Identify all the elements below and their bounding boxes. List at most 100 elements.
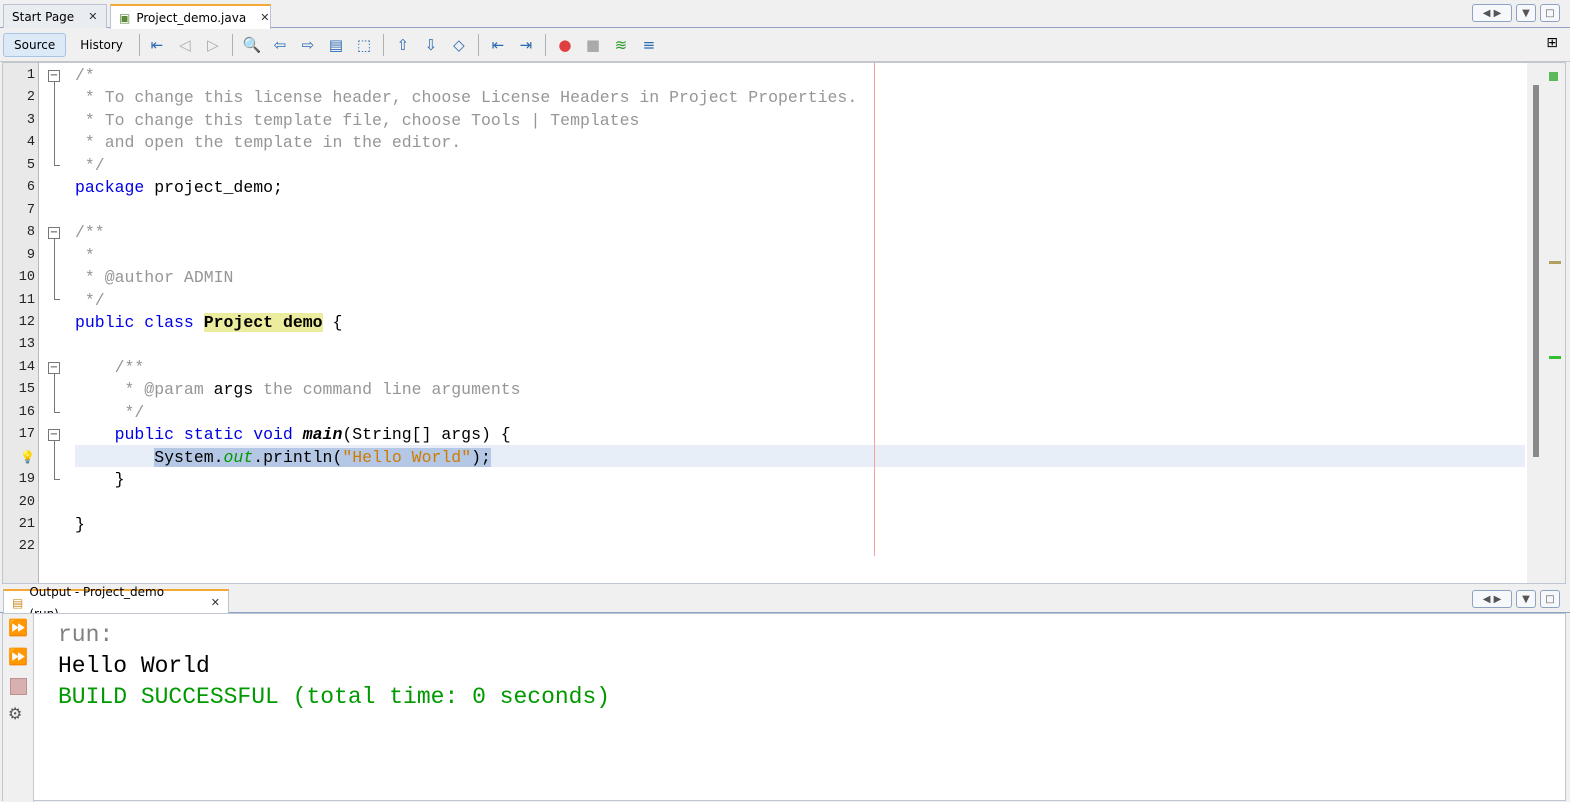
- settings-icon[interactable]: ⚙: [8, 704, 22, 723]
- code-line[interactable]: public static void main(String[] args) {: [75, 424, 511, 446]
- line-number[interactable]: 19: [3, 472, 35, 487]
- tab-project-demo-java[interactable]: ▣ Project_demo.java ✕: [110, 4, 271, 29]
- fold-toggle-icon[interactable]: −: [48, 70, 60, 82]
- toggle-bookmark-icon[interactable]: ◇: [448, 34, 470, 56]
- code-line[interactable]: */: [75, 155, 105, 177]
- line-number[interactable]: 5: [3, 158, 35, 173]
- find-previous-icon[interactable]: ⇦: [269, 34, 291, 56]
- code-token: .println(: [253, 447, 343, 467]
- forward-icon[interactable]: ▷: [202, 34, 224, 56]
- code-line[interactable]: * To change this template file, choose T…: [75, 110, 640, 132]
- line-number[interactable]: 15: [3, 382, 35, 397]
- occurrence-mark[interactable]: [1549, 261, 1561, 264]
- code-token: );: [471, 447, 491, 467]
- code-line[interactable]: System.out.println("Hello World");: [75, 447, 491, 469]
- code-line[interactable]: *: [75, 245, 95, 267]
- fold-toggle-icon[interactable]: −: [48, 361, 60, 374]
- fold-range-line: [54, 82, 60, 166]
- separator: [231, 34, 233, 56]
- stop-icon[interactable]: [10, 678, 27, 695]
- line-number[interactable]: 21: [3, 517, 35, 532]
- shift-right-icon[interactable]: ⇥: [515, 34, 537, 56]
- close-icon[interactable]: ✕: [211, 592, 220, 614]
- scroll-tabs-arrows-icon[interactable]: ◀ ▶: [1472, 590, 1512, 608]
- code-editor[interactable]: 1 /* 2 * To change this license header, ch…: [2, 62, 1566, 584]
- stop-macro-icon[interactable]: ■: [582, 34, 604, 56]
- line-number[interactable]: 12: [3, 315, 35, 330]
- line-number[interactable]: 2: [3, 90, 35, 105]
- output-line: run:: [58, 622, 114, 648]
- code-line[interactable]: /**: [75, 357, 145, 379]
- history-button[interactable]: History: [70, 34, 133, 56]
- tab-start-page[interactable]: Start Page ✕: [3, 4, 107, 28]
- line-number[interactable]: 14: [3, 360, 35, 375]
- code-token: Project demo: [203, 312, 323, 332]
- fold-toggle-icon[interactable]: −: [48, 429, 60, 442]
- code-line[interactable]: * @author ADMIN: [75, 267, 234, 289]
- code-line[interactable]: }: [75, 469, 125, 491]
- find-icon[interactable]: 🔍: [241, 34, 263, 56]
- status-ok-icon: [1549, 72, 1558, 81]
- line-number[interactable]: 6: [3, 180, 35, 195]
- close-icon[interactable]: ✕: [260, 7, 269, 29]
- rect-select-icon[interactable]: ⬚: [353, 34, 375, 56]
- line-number[interactable]: 1: [3, 68, 35, 83]
- last-edit-icon[interactable]: ⇤: [146, 34, 168, 56]
- code-line[interactable]: /*: [75, 65, 95, 87]
- line-number[interactable]: 20: [3, 495, 35, 510]
- find-next-icon[interactable]: ⇨: [297, 34, 319, 56]
- code-line[interactable]: public class Project demo {: [75, 312, 342, 334]
- rerun-with-options-icon[interactable]: ⏩: [8, 647, 28, 666]
- code-token: package: [75, 178, 145, 198]
- next-bookmark-icon[interactable]: ⇩: [420, 34, 442, 56]
- line-number[interactable]: 16: [3, 405, 35, 420]
- back-icon[interactable]: ◁: [174, 34, 196, 56]
- line-number[interactable]: 17: [3, 427, 35, 442]
- code-token: * To change this template file, choose T…: [75, 110, 640, 130]
- scroll-tabs-arrows-icon[interactable]: ◀ ▶: [1472, 4, 1512, 22]
- line-number[interactable]: 22: [3, 539, 35, 554]
- previous-bookmark-icon[interactable]: ⇧: [392, 34, 414, 56]
- start-macro-icon[interactable]: ●: [554, 34, 576, 56]
- uncomment-icon[interactable]: ≡: [638, 34, 660, 56]
- split-editor-icon[interactable]: ⊞: [1546, 35, 1558, 51]
- line-number[interactable]: 4: [3, 135, 35, 150]
- code-line[interactable]: */: [75, 290, 105, 312]
- code-line[interactable]: * To change this license header, choose …: [75, 87, 857, 109]
- code-line[interactable]: package project_demo;: [75, 177, 283, 199]
- code-token: public class: [75, 312, 194, 332]
- output-panel: ⏩ ⏩ ⚙ run: Hello World BUILD SUCCESSFUL (t…: [2, 613, 1566, 802]
- code-line[interactable]: * and open the template in the editor.: [75, 132, 461, 154]
- change-mark[interactable]: [1549, 356, 1561, 359]
- line-number[interactable]: 13: [3, 337, 35, 352]
- code-line[interactable]: }: [75, 514, 85, 536]
- hint-bulb-icon[interactable]: 💡: [3, 450, 35, 465]
- toggle-highlight-icon[interactable]: ▤: [325, 34, 347, 56]
- line-number[interactable]: 7: [3, 203, 35, 218]
- code-token: {: [322, 312, 343, 332]
- vertical-scrollbar[interactable]: [1533, 85, 1539, 457]
- output-line: BUILD SUCCESSFUL (total time: 0 seconds): [58, 684, 611, 710]
- line-number[interactable]: 8: [3, 225, 35, 240]
- code-line[interactable]: /**: [75, 222, 105, 244]
- maximize-icon[interactable]: □: [1540, 590, 1560, 608]
- code-token: /*: [75, 66, 95, 85]
- source-button[interactable]: Source: [3, 33, 67, 57]
- java-file-icon: ▣: [119, 10, 131, 25]
- line-number[interactable]: 10: [3, 270, 35, 285]
- tab-label: Project_demo.java: [136, 10, 247, 25]
- close-icon[interactable]: ✕: [88, 6, 97, 28]
- tab-output[interactable]: ▤Output - Project_demo (run)✕: [3, 585, 229, 621]
- maximize-icon[interactable]: □: [1540, 4, 1560, 22]
- rerun-icon[interactable]: ⏩: [8, 618, 28, 637]
- comment-icon[interactable]: ≋: [610, 34, 632, 56]
- fold-toggle-icon[interactable]: −: [48, 227, 60, 240]
- shift-left-icon[interactable]: ⇤: [487, 34, 509, 56]
- line-number[interactable]: 9: [3, 248, 35, 263]
- show-documents-dropdown-icon[interactable]: ▼: [1516, 4, 1536, 22]
- show-documents-dropdown-icon[interactable]: ▼: [1516, 590, 1536, 608]
- line-number[interactable]: 11: [3, 293, 35, 308]
- line-number[interactable]: 3: [3, 113, 35, 128]
- code-line[interactable]: */: [75, 402, 145, 424]
- code-line[interactable]: * @param args the command line arguments: [75, 379, 521, 401]
